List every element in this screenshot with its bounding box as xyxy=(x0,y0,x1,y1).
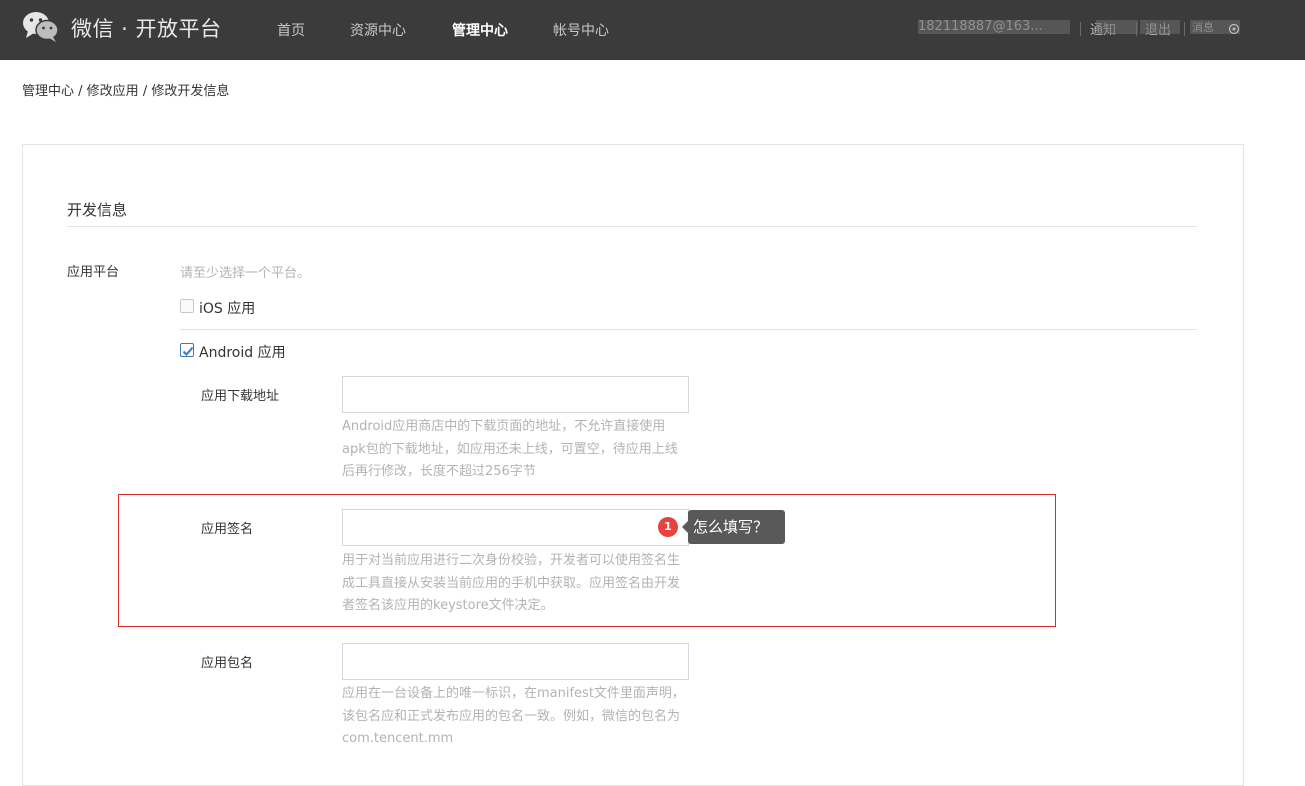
step-badge: 1 xyxy=(658,517,678,537)
platform-divider xyxy=(180,329,1197,330)
download-url-help: Android应用商店中的下载页面的地址，不允许直接使用apk包的下载地址，如应… xyxy=(342,419,678,479)
nav-home[interactable]: 首页 xyxy=(277,20,305,40)
header-divider xyxy=(1080,22,1081,36)
section-divider xyxy=(67,226,1197,227)
logo-text[interactable]: 微信 · 开放平台 xyxy=(71,13,222,43)
top-header: 微信 · 开放平台 首页 资源中心 管理中心 帐号中心 182118887@16… xyxy=(0,0,1305,60)
ios-option-label[interactable]: iOS 应用 xyxy=(199,298,255,318)
android-option-label[interactable]: Android 应用 xyxy=(199,342,286,362)
settings-icon[interactable] xyxy=(1228,23,1240,35)
signature-input[interactable] xyxy=(342,509,689,546)
breadcrumb-current: 修改开发信息 xyxy=(151,84,230,99)
breadcrumb: 管理中心 / 修改应用 / 修改开发信息 xyxy=(22,80,229,99)
package-name-input[interactable] xyxy=(342,643,689,680)
how-to-fill-tooltip[interactable]: 怎么填写？ xyxy=(688,510,785,544)
breadcrumb-edit-app[interactable]: 修改应用 xyxy=(87,84,139,99)
signature-help: 用于对当前应用进行二次身份校验，开发者可以使用签名生成工具直接从安装当前应用的手… xyxy=(342,553,681,613)
nav-account[interactable]: 帐号中心 xyxy=(553,20,609,40)
logout-redaction xyxy=(1140,20,1180,34)
platform-hint: 请至少选择一个平台。 xyxy=(180,266,311,281)
breadcrumb-separator: / xyxy=(74,84,87,99)
android-checkbox[interactable] xyxy=(180,343,194,357)
wechat-logo-icon[interactable] xyxy=(22,11,60,43)
notify-redaction xyxy=(1096,20,1138,34)
package-name-label: 应用包名 xyxy=(201,656,254,671)
breadcrumb-management[interactable]: 管理中心 xyxy=(22,84,74,99)
breadcrumb-separator: / xyxy=(138,84,152,99)
ios-checkbox[interactable] xyxy=(180,299,194,313)
download-url-input[interactable] xyxy=(342,376,689,413)
nav-management[interactable]: 管理中心 xyxy=(452,20,508,40)
signature-label: 应用签名 xyxy=(201,522,254,537)
download-url-label: 应用下载地址 xyxy=(201,389,280,404)
section-title: 开发信息 xyxy=(67,201,128,219)
nav-resources[interactable]: 资源中心 xyxy=(350,20,406,40)
header-divider xyxy=(1184,22,1185,36)
account-redaction xyxy=(918,20,1070,34)
header-divider xyxy=(1136,22,1137,36)
checkmark-icon xyxy=(182,346,194,356)
package-name-help: 应用在一台设备上的唯一标识，在manifest文件里面声明，该包名应和正式发布应… xyxy=(342,686,685,746)
platform-label: 应用平台 xyxy=(67,265,120,280)
